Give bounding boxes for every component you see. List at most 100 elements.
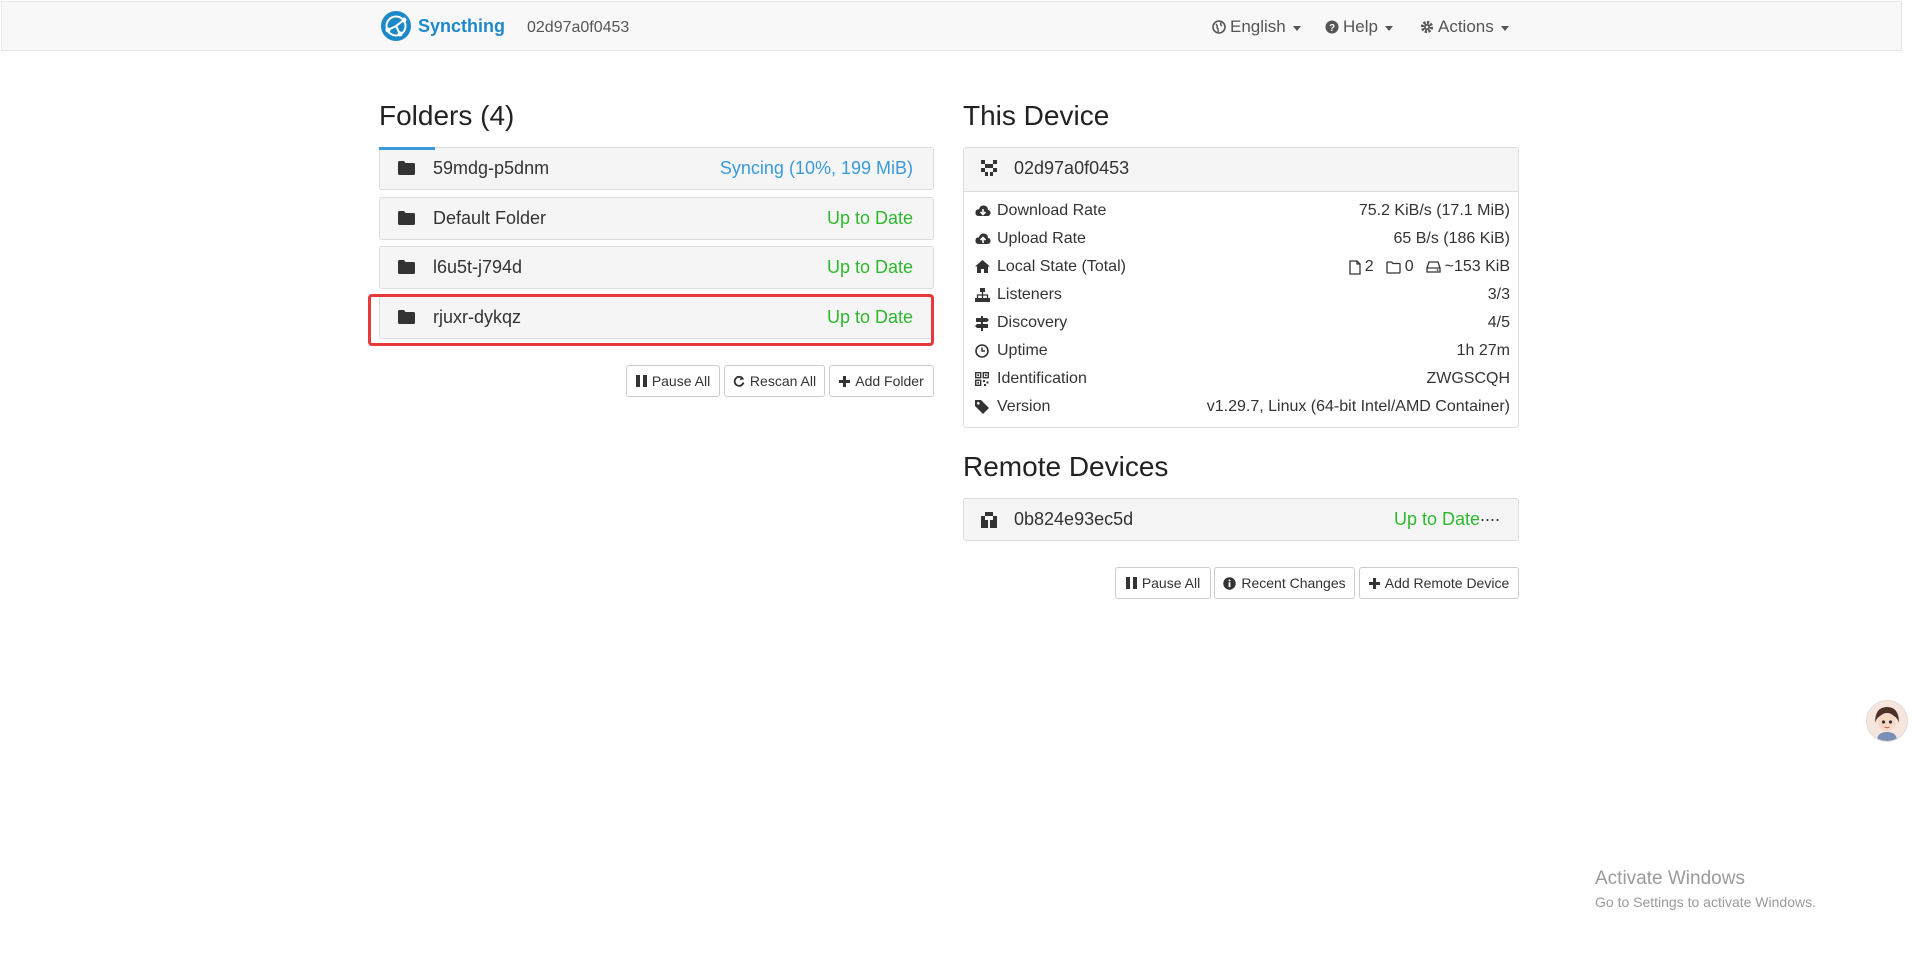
add-folder-label: Add Folder	[855, 373, 924, 389]
folder-status: Up to Date	[826, 208, 913, 228]
folder-icon	[398, 211, 415, 225]
download-rate-row: Download Rate 75.2 KiB/s (17.1 MiB)	[964, 198, 1518, 226]
tag-icon	[975, 400, 989, 414]
pause-all-label: Pause All	[1141, 575, 1201, 591]
add-remote-device-label: Add Remote Device	[1384, 575, 1510, 591]
folder-name: l6u5t-j794d	[433, 257, 523, 277]
uptime-value: 1h 27m	[1456, 342, 1510, 359]
folder-status: Up to Date	[826, 257, 913, 277]
clock-icon	[975, 344, 989, 358]
language-label: English	[1230, 17, 1286, 36]
pause-icon	[635, 375, 647, 387]
nav-device-id: 02d97a0f0453	[527, 19, 630, 36]
file-icon	[1349, 259, 1361, 275]
remote-device-name: 0b824e93ec5d	[1014, 509, 1134, 529]
activate-windows-subtitle: Go to Settings to activate Windows.	[1595, 894, 1816, 910]
add-folder-button[interactable]: Add Folder	[829, 365, 934, 397]
version-row: Version v1.29.7, Linux (64-bit Intel/AMD…	[964, 394, 1518, 422]
home-icon	[975, 260, 990, 273]
remote-device-panel[interactable]: 0b824e93ec5d Up to Date ....	[963, 498, 1519, 541]
pause-all-label: Pause All	[651, 373, 711, 389]
local-files-count: 2	[1364, 258, 1374, 275]
folder-panel[interactable]: l6u5t-j794d Up to Date	[379, 246, 934, 289]
qrcode-icon	[975, 372, 989, 386]
plus-icon	[839, 375, 851, 387]
folder-icon	[398, 260, 415, 274]
folder-panel[interactable]: Default Folder Up to Date	[379, 197, 934, 240]
brand-link[interactable]: Syncthing	[380, 10, 505, 42]
avatar-icon	[1867, 701, 1907, 741]
assistant-avatar[interactable]	[1866, 700, 1908, 742]
brand-name: Syncthing	[418, 15, 506, 36]
identification-label: Identification	[997, 370, 1087, 387]
discovery-row: Discovery 4/5	[964, 310, 1518, 338]
pause-all-folders-button[interactable]: Pause All	[626, 365, 720, 397]
this-device-name: 02d97a0f0453	[1014, 158, 1130, 178]
globe-icon	[1212, 20, 1226, 34]
local-state-label: Local State (Total)	[997, 258, 1126, 275]
plus-icon	[1368, 577, 1380, 589]
remote-devices-heading: Remote Devices	[963, 451, 1169, 482]
version-value: v1.29.7, Linux (64-bit Intel/AMD Contain…	[1206, 398, 1510, 415]
folder-status: Up to Date	[826, 307, 913, 327]
sitemap-icon	[975, 288, 990, 302]
gear-icon	[1420, 20, 1434, 34]
upload-rate-label: Upload Rate	[997, 230, 1086, 247]
question-circle-icon: ?	[1325, 20, 1339, 34]
uptime-label: Uptime	[997, 342, 1048, 359]
folder-status: Syncing (10%, 199 MiB)	[719, 158, 913, 178]
info-circle-icon	[1223, 576, 1237, 590]
chevron-down-icon	[1500, 25, 1509, 31]
signpost-icon	[975, 316, 989, 331]
folder-panel[interactable]: 59mdg-p5dnm Syncing (10%, 199 MiB)	[379, 147, 934, 190]
local-state-row: Local State (Total) 2 0 ~153 KiB	[964, 254, 1518, 282]
chevron-down-icon	[1384, 25, 1393, 31]
discovery-value[interactable]: 4/5	[1488, 314, 1510, 332]
folder-panel[interactable]: rjuxr-dykqz Up to Date	[379, 296, 934, 339]
cloud-download-icon	[975, 205, 991, 216]
language-menu[interactable]: English	[1212, 17, 1301, 37]
listeners-value[interactable]: 3/3	[1488, 286, 1510, 304]
device-identicon	[981, 512, 997, 528]
folder-icon	[398, 161, 415, 175]
folders-heading: Folders (4)	[379, 100, 515, 131]
pause-icon	[1125, 577, 1137, 589]
rescan-all-button[interactable]: Rescan All	[724, 365, 825, 397]
folder-name: rjuxr-dykqz	[433, 307, 522, 327]
refresh-icon	[733, 375, 745, 387]
activate-windows-watermark: Activate Windows Go to Settings to activ…	[1595, 868, 1816, 910]
this-device-panel: 02d97a0f0453 Download Rate 75.2 KiB/s (1…	[963, 147, 1519, 428]
download-rate-label: Download Rate	[997, 202, 1107, 219]
folder-name: Default Folder	[433, 208, 547, 228]
folder-outline-icon	[1386, 260, 1401, 274]
hdd-icon	[1425, 261, 1441, 273]
discovery-label: Discovery	[997, 314, 1068, 331]
download-rate-value: 75.2 KiB/s (17.1 MiB)	[1358, 202, 1510, 219]
cloud-upload-icon	[975, 233, 991, 244]
upload-rate-row: Upload Rate 65 B/s (186 KiB)	[964, 226, 1518, 254]
more-indicator: ....	[1479, 505, 1500, 525]
identification-value[interactable]: ZWGSCQH	[1426, 370, 1510, 388]
add-remote-device-button[interactable]: Add Remote Device	[1359, 567, 1519, 599]
activate-windows-title: Activate Windows	[1595, 868, 1745, 889]
listeners-row: Listeners 3/3	[964, 282, 1518, 310]
top-navbar: Syncthing 02d97a0f0453 English ? Help Ac…	[1, 1, 1902, 51]
this-device-heading: This Device	[963, 100, 1110, 131]
help-menu[interactable]: ? Help	[1325, 17, 1393, 37]
local-dirs-count: 0	[1404, 258, 1414, 275]
recent-changes-label: Recent Changes	[1241, 575, 1346, 591]
uptime-row: Uptime 1h 27m	[964, 338, 1518, 366]
upload-rate-value: 65 B/s (186 KiB)	[1393, 230, 1511, 247]
local-size: ~153 KiB	[1444, 258, 1510, 275]
remote-device-status: Up to Date	[1393, 509, 1480, 529]
this-device-header[interactable]: 02d97a0f0453	[964, 148, 1518, 192]
pause-all-devices-button[interactable]: Pause All	[1115, 567, 1211, 599]
actions-menu[interactable]: Actions	[1420, 17, 1509, 37]
listeners-label: Listeners	[997, 286, 1062, 303]
syncthing-logo-icon	[381, 11, 411, 41]
device-identicon	[981, 160, 997, 176]
folder-name: 59mdg-p5dnm	[433, 158, 550, 178]
folder-icon	[398, 310, 415, 324]
recent-changes-button[interactable]: Recent Changes	[1214, 567, 1355, 599]
chevron-down-icon	[1292, 25, 1301, 31]
